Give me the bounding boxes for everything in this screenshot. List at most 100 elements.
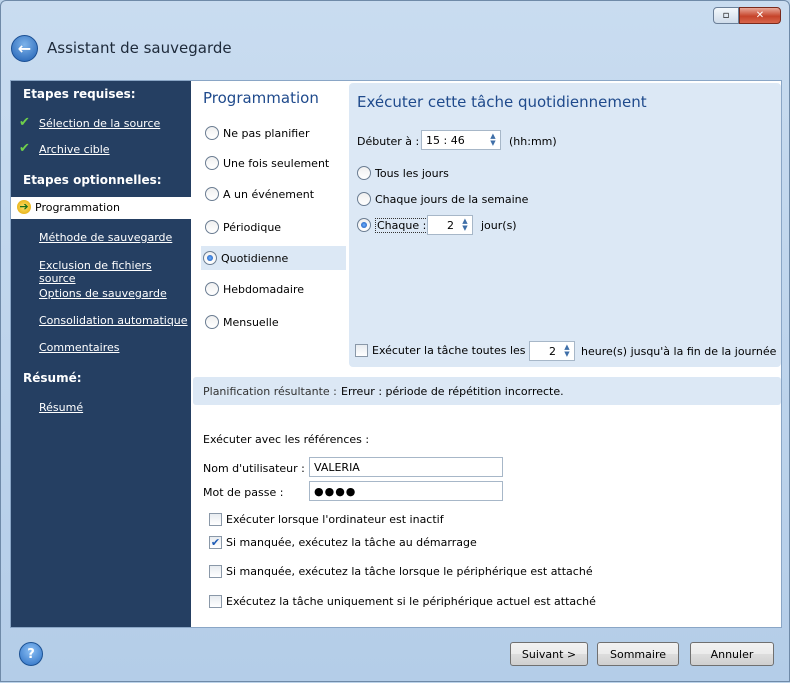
spin-arrows-icon[interactable]: ▲ ▼ [486,131,500,149]
every-days-value: 2 [447,218,454,232]
option-once[interactable]: Une fois seulement [203,151,346,175]
sidebar-item-summary[interactable]: Résumé [39,401,83,414]
sidebar: Etapes requises: ✔ Sélection de la sourc… [11,81,191,627]
password-label: Mot de passe : [203,486,284,499]
repeat-hours-value: 2 [549,344,556,358]
option-label: Mensuelle [223,315,279,329]
restore-icon: ▫ [722,10,730,21]
start-time-unit: (hh:mm) [509,135,557,148]
cancel-button[interactable]: Annuler [690,642,774,666]
option-label: Périodique [223,220,282,234]
option-weekly[interactable]: Hebdomadaire [203,277,346,301]
sidebar-item-source[interactable]: Sélection de la source [39,117,160,130]
repeat-hours-stepper[interactable]: 2 ▲ ▼ [529,341,575,361]
option-daily[interactable]: Quotidienne [201,246,346,270]
restore-button[interactable]: ▫ [713,7,739,24]
sidebar-item-consolidation[interactable]: Consolidation automatique [39,314,188,327]
username-label: Nom d'utilisateur : [203,462,305,475]
spin-arrows-icon[interactable]: ▲ ▼ [560,342,574,360]
check-icon: ✔ [19,141,30,156]
title-bar: ▫ ✕ ← Assistant de sauvegarde [1,1,789,73]
daily-title: Exécuter cette tâche quotidiennement [357,93,647,111]
checkbox[interactable] [209,513,222,526]
repeat-unit: heure(s) jusqu'à la fin de la journée [581,345,777,358]
option-weekdays[interactable]: Chaque jours de la semaine [355,187,655,211]
window-title: Assistant de sauvegarde [47,39,232,57]
start-time-stepper[interactable]: 15 : 46 ▲ ▼ [421,130,501,150]
schedule-title: Programmation [203,89,319,107]
option-label: A un événement [223,187,315,201]
checkbox[interactable] [209,565,222,578]
condition-device-attached-row[interactable]: Si manquée, exécutez la tâche lorsque le… [209,565,593,578]
start-time-value: 15 : 46 [426,133,465,147]
condition-label: Exécuter lorsque l'ordinateur est inacti… [226,513,444,526]
radio-button[interactable] [357,192,371,206]
sidebar-item-options[interactable]: Options de sauvegarde [39,287,167,300]
close-button[interactable]: ✕ [739,7,781,24]
close-icon: ✕ [755,10,765,21]
wizard-content: Etapes requises: ✔ Sélection de la sourc… [10,80,782,628]
option-monthly[interactable]: Mensuelle [203,310,346,334]
checkbox-checked[interactable]: ✔ [209,536,222,549]
condition-label: Exécutez la tâche uniquement si le périp… [226,595,596,608]
option-label: Ne pas planifier [223,126,310,140]
every-days-stepper[interactable]: 2 ▲ ▼ [427,215,473,235]
sidebar-item-comments[interactable]: Commentaires [39,341,119,354]
radio-button[interactable] [203,251,217,265]
option-every-day[interactable]: Tous les jours [355,161,655,185]
checkbox[interactable] [209,595,222,608]
password-field[interactable]: ●●●● [309,481,503,501]
option-label: Une fois seulement [223,156,330,170]
option-no-schedule[interactable]: Ne pas planifier [203,121,346,145]
next-button[interactable]: Suivant > [510,642,588,666]
radio-button[interactable] [357,166,371,180]
spin-down-icon[interactable]: ▼ [462,225,467,232]
check-icon: ✔ [19,115,30,130]
option-label: Tous les jours [375,166,449,180]
username-field[interactable]: VALERIA [309,457,503,477]
spin-down-icon[interactable]: ▼ [490,140,495,147]
condition-startup-row[interactable]: ✔ Si manquée, exécutez la tâche au démarr… [209,536,477,549]
repeat-label: Exécuter la tâche toutes les : [372,344,533,357]
main-panel: Programmation Ne pas planifier Une fois … [191,81,781,627]
option-label: Hebdomadaire [223,282,305,296]
help-icon: ? [27,646,35,662]
every-days-unit: jour(s) [481,219,517,232]
option-event[interactable]: A un événement [203,182,346,206]
radio-button[interactable] [205,315,219,329]
spin-down-icon[interactable]: ▼ [564,351,569,358]
result-label: Planification résultante : [203,385,337,398]
daily-settings-panel: Exécuter cette tâche quotidiennement Déb… [349,83,781,367]
repeat-checkbox[interactable] [355,344,368,357]
result-value: Erreur : période de répétition incorrect… [341,385,564,398]
radio-button[interactable] [357,218,371,232]
option-label: Chaque jours de la semaine [375,192,529,206]
repeat-checkbox-row[interactable]: Exécuter la tâche toutes les : [355,344,533,357]
summary-heading: Résumé: [23,371,82,385]
sidebar-item-label: Programmation [35,201,120,214]
summary-button[interactable]: Sommaire [597,642,679,666]
condition-current-device-row[interactable]: Exécutez la tâche uniquement si le périp… [209,595,596,608]
required-steps-heading: Etapes requises: [23,87,136,101]
sidebar-item-archive[interactable]: Archive cible [39,143,110,156]
radio-button[interactable] [205,156,219,170]
current-step-arrow-icon: ➔ [17,200,31,214]
condition-idle-row[interactable]: Exécuter lorsque l'ordinateur est inacti… [209,513,444,526]
radio-button[interactable] [205,126,219,140]
radio-button[interactable] [205,282,219,296]
help-button[interactable]: ? [19,642,43,666]
wizard-window: ▫ ✕ ← Assistant de sauvegarde Etapes req… [0,0,790,682]
radio-button[interactable] [205,220,219,234]
button-bar: ? Suivant > Sommaire Annuler [1,628,789,683]
option-label: Chaque : [375,217,429,233]
sidebar-item-method[interactable]: Méthode de sauvegarde [39,231,172,244]
condition-label: Si manquée, exécutez la tâche lorsque le… [226,565,593,578]
radio-button[interactable] [205,187,219,201]
option-periodic[interactable]: Périodique [203,215,346,239]
spin-arrows-icon[interactable]: ▲ ▼ [458,216,472,234]
check-icon: ✔ [210,536,221,549]
start-time-label: Débuter à : [357,135,420,148]
sidebar-item-programmation[interactable]: ➔ Programmation [11,197,191,219]
sidebar-item-exclusion[interactable]: Exclusion de fichiers source [39,259,191,285]
back-button[interactable]: ← [11,35,38,62]
